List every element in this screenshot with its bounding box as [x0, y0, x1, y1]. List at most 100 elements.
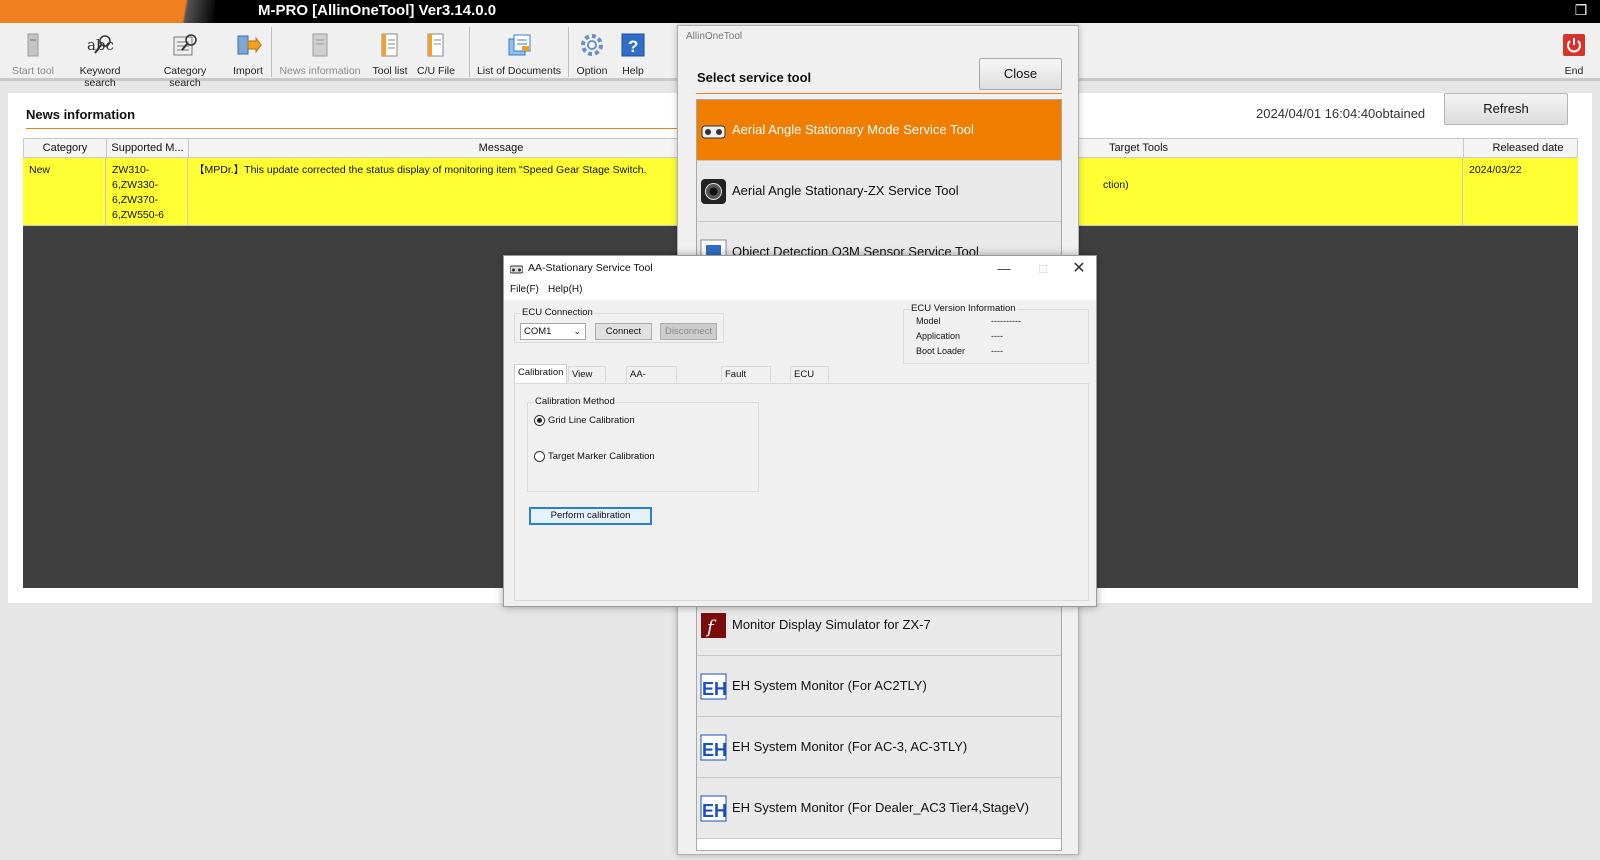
window-title: M-PRO [AllinOneTool] Ver3.14.0.0: [258, 2, 497, 19]
service-tool-label: EH System Monitor (For AC-3, AC-3TLY): [732, 739, 968, 754]
service-tool-label: Aerial Angle Stationary Mode Service Too…: [732, 122, 974, 137]
com-port-select[interactable]: COM1 ⌄: [520, 323, 586, 340]
dialog-title: AA-Stationary Service Tool: [528, 262, 653, 274]
option-button[interactable]: Option: [574, 27, 610, 79]
eh-icon: EH: [700, 673, 727, 700]
version-key: Model: [916, 316, 941, 326]
end-label: End: [1564, 65, 1584, 77]
cu-file-button[interactable]: C/U File: [416, 27, 456, 79]
keyword-search-label: Keyword search: [79, 65, 121, 89]
refresh-button[interactable]: Refresh: [1444, 93, 1568, 125]
keyword-search-icon: abc: [86, 31, 114, 59]
keyword-search-button[interactable]: abc Keyword search: [64, 27, 136, 89]
target-marker-label: Target Marker Calibration: [548, 451, 655, 462]
dialog-title-bar: AA-Stationary Service Tool — □ ✕: [504, 256, 1096, 282]
import-button[interactable]: Import: [229, 27, 267, 79]
popup-divider: [696, 93, 1062, 94]
service-tool-label: EH System Monitor (For Dealer_AC3 Tier4,…: [732, 800, 1029, 815]
end-button[interactable]: End: [1556, 27, 1592, 79]
toolbar-separator: [271, 27, 272, 77]
tool-list-label: Tool list: [372, 65, 408, 77]
service-tool-item[interactable]: EH EH System Monitor (For AC2TLY): [697, 656, 1061, 717]
radio-selected-icon: [534, 415, 545, 426]
com-port-value: COM1: [524, 326, 552, 337]
service-tool-item[interactable]: Aerial Angle Stationary-ZX Service Tool: [697, 161, 1061, 222]
tool-list-button[interactable]: Tool list: [370, 27, 410, 79]
news-information-label: News information: [279, 65, 361, 77]
tab-ecu-control[interactable]: ECU Control: [790, 366, 829, 396]
service-tool-label: Aerial Angle Stationary-ZX Service Tool: [732, 183, 959, 198]
obtained-timestamp: 2024/04/01 16:04:40obtained: [1256, 106, 1426, 121]
column-header-category[interactable]: Category: [24, 139, 107, 157]
version-value: ----: [991, 331, 1003, 341]
menu-help[interactable]: Help(H): [548, 284, 582, 295]
ecu-version-group: ECU Version Information Model ----------…: [903, 303, 1089, 364]
popup-window-title: AllinOneTool: [686, 31, 743, 42]
eh-icon: EH: [700, 734, 727, 761]
cell-category: New: [23, 158, 106, 226]
power-icon: [1560, 31, 1588, 59]
start-tool-icon: [19, 31, 47, 59]
service-tool-item[interactable]: EH EH System Monitor (For Dealer_AC3 Tie…: [697, 778, 1061, 839]
help-icon: ?: [619, 31, 647, 59]
import-label: Import: [233, 65, 263, 77]
service-tool-item[interactable]: Aerial Angle Stationary Mode Service Too…: [697, 100, 1061, 161]
service-tool-item[interactable]: EH EH System Monitor (For AC-3, AC-3TLY): [697, 717, 1061, 778]
version-value: ----------: [991, 316, 1021, 326]
cu-file-icon: [422, 31, 450, 59]
news-information-button[interactable]: News information: [278, 27, 362, 79]
news-title: News information: [26, 107, 136, 122]
svg-text:EH: EH: [702, 679, 727, 699]
calibration-panel: Calibration Method Grid Line Calibration…: [514, 383, 1089, 601]
disconnect-button[interactable]: Disconnect: [660, 323, 717, 340]
eh-icon: EH: [700, 795, 727, 822]
close-icon[interactable]: ✕: [1061, 258, 1097, 280]
column-header-released-date[interactable]: Released date: [1464, 139, 1592, 157]
ecu-connection-group: ECU Connection COM1 ⌄ Connect Disconnect: [514, 307, 724, 343]
tab-aa-stationary-setting[interactable]: AA-Stationary Setting: [626, 366, 677, 412]
connect-button[interactable]: Connect: [595, 323, 652, 340]
version-value: ----: [991, 346, 1003, 356]
radio-unselected-icon: [534, 451, 545, 462]
aerial-angle-icon: [700, 117, 727, 144]
popup-close-button[interactable]: Close: [979, 58, 1062, 90]
brand-stripe: [0, 0, 215, 23]
service-tool-label: Monitor Display Simulator for ZX-7: [732, 617, 931, 632]
cell-released-date: 2024/03/22: [1469, 164, 1522, 176]
camera-icon: [700, 178, 727, 205]
service-tool-label: EH System Monitor (For AC2TLY): [732, 678, 927, 693]
import-icon: [234, 31, 262, 59]
list-of-documents-label: List of Documents: [476, 65, 562, 77]
list-of-documents-button[interactable]: List of Documents: [476, 27, 562, 79]
start-tool-button[interactable]: Start tool: [10, 27, 56, 79]
perform-calibration-button[interactable]: Perform calibration: [529, 507, 652, 525]
tab-fault-diagnosis[interactable]: Fault Diagnosis: [721, 366, 771, 396]
help-button[interactable]: ? Help: [618, 27, 648, 79]
restore-window-button[interactable]: ❐: [1568, 2, 1594, 20]
gear-icon: [578, 31, 606, 59]
calibration-method-group: Calibration Method Grid Line Calibration…: [527, 396, 759, 492]
toolbar-separator: [568, 27, 569, 77]
documents-icon: [505, 31, 533, 59]
column-header-supported-models[interactable]: Supported M...: [107, 139, 189, 157]
aa-stationary-dialog: AA-Stationary Service Tool — □ ✕ File(F)…: [503, 255, 1097, 607]
tool-list-icon: [376, 31, 404, 59]
minimize-button[interactable]: —: [986, 258, 1022, 280]
tab-view-setting[interactable]: View Setting: [568, 366, 606, 396]
calibration-method-label: Calibration Method: [534, 396, 616, 407]
cu-file-label: C/U File: [417, 65, 455, 77]
news-icon: [306, 31, 334, 59]
svg-text:?: ?: [628, 37, 638, 56]
tab-calibration[interactable]: Calibration: [514, 364, 568, 383]
version-key: Boot Loader: [916, 346, 966, 356]
ecu-version-label: ECU Version Information: [910, 303, 1017, 314]
maximize-button[interactable]: □: [1025, 258, 1061, 280]
menu-file[interactable]: File(F): [510, 284, 539, 295]
chevron-down-icon: ⌄: [573, 326, 581, 336]
news-divider: [26, 128, 686, 129]
option-label: Option: [576, 65, 608, 77]
category-search-button[interactable]: Category search: [147, 27, 223, 89]
grid-line-label: Grid Line Calibration: [548, 415, 635, 426]
title-bar: M-PRO [AllinOneTool] Ver3.14.0.0 ❐: [0, 0, 1600, 23]
ecu-connection-label: ECU Connection: [521, 307, 594, 318]
